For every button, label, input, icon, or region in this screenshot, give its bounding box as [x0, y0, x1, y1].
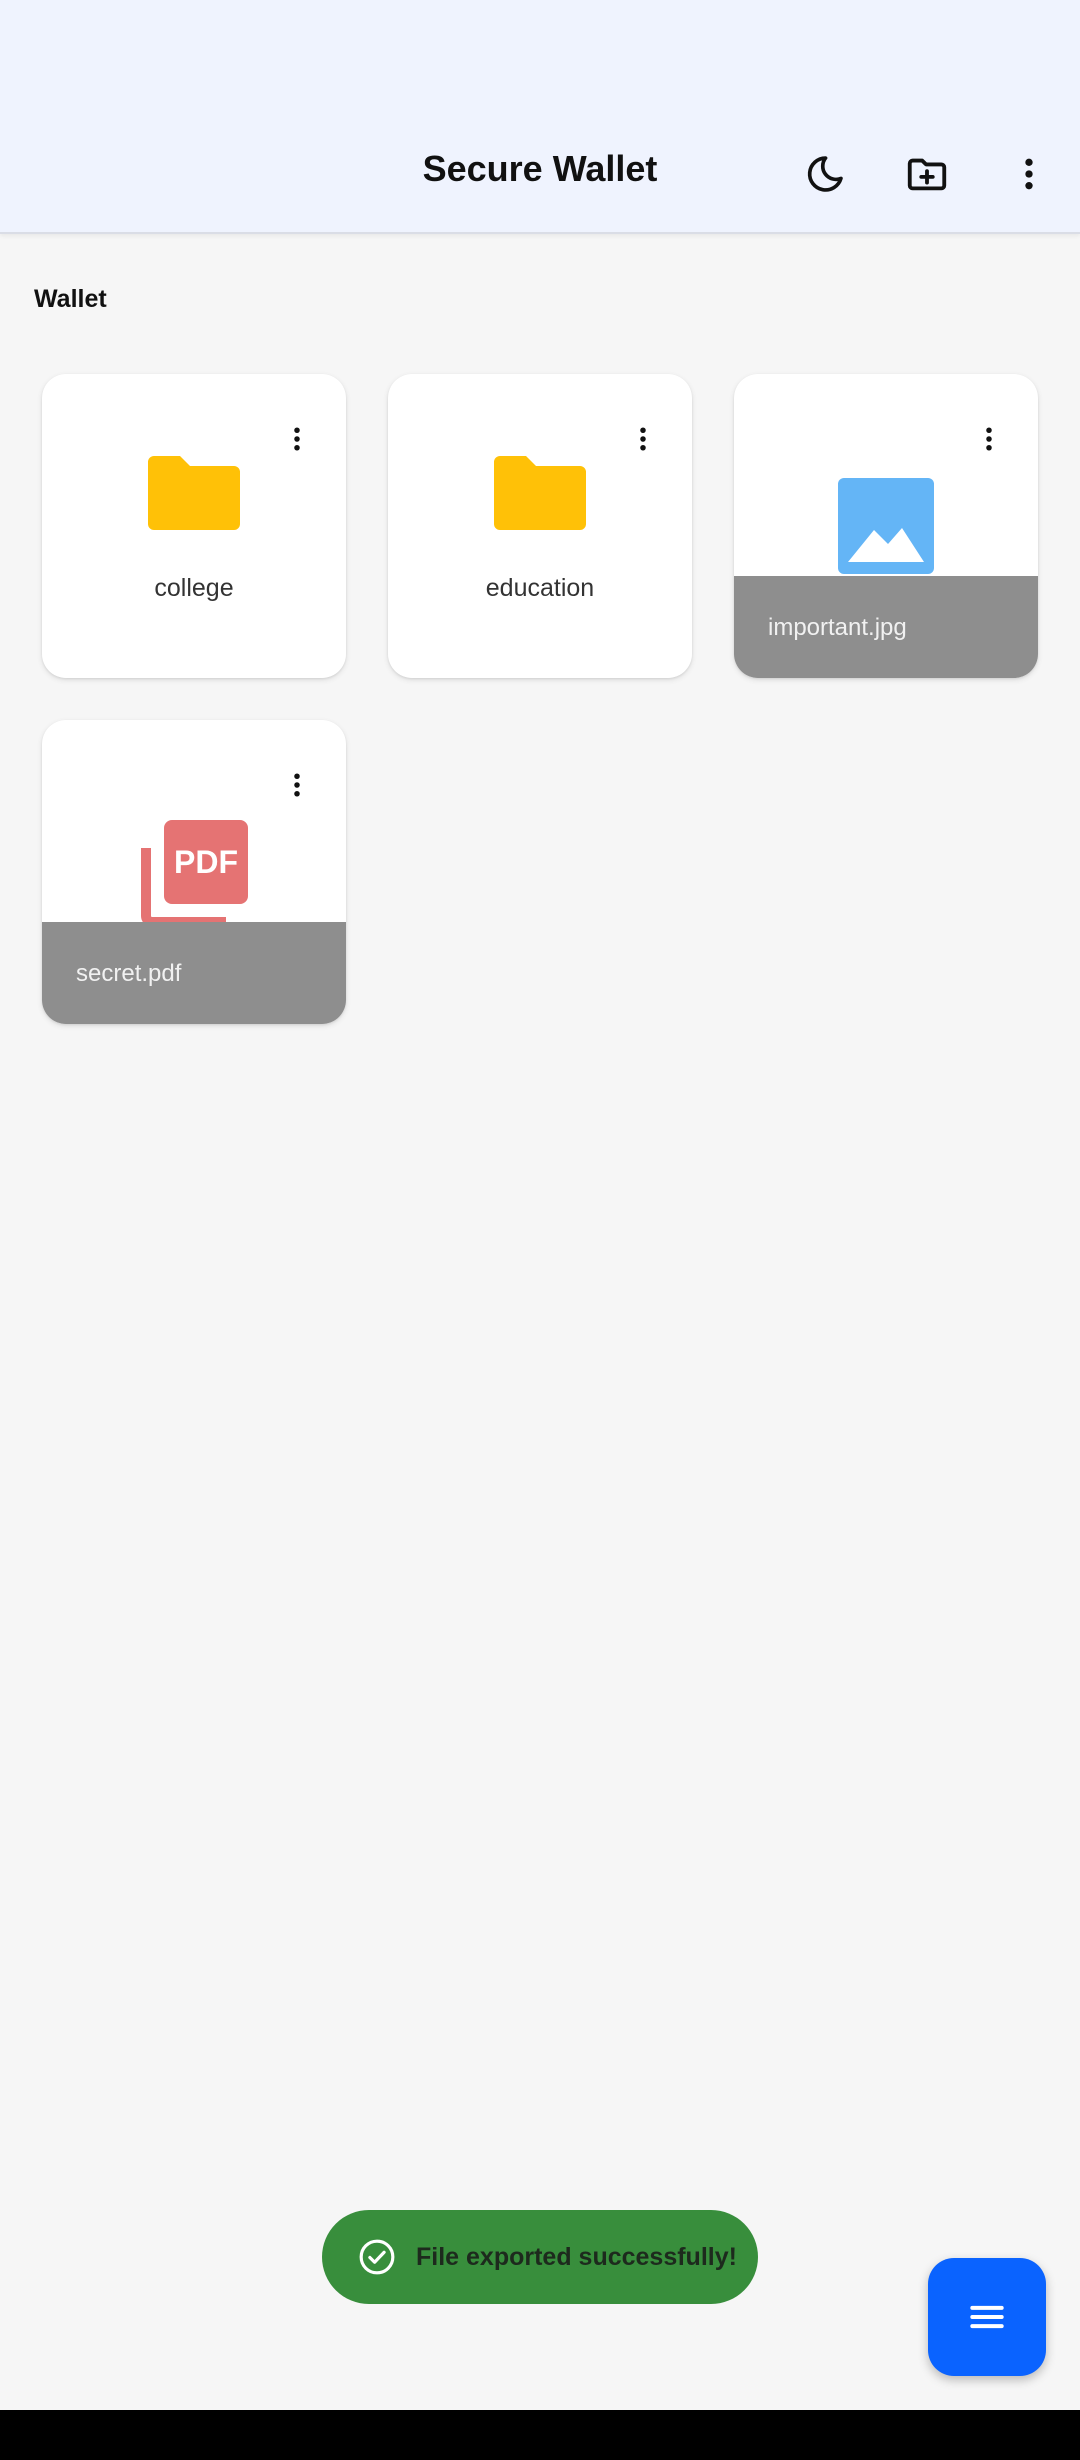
svg-text:PDF: PDF — [174, 844, 238, 880]
app-bar: Secure Wallet — [0, 0, 1080, 234]
file-card-secret-pdf[interactable]: PDF secret.pdf — [42, 720, 346, 1024]
item-name: education — [485, 574, 595, 602]
item-menu-button[interactable] — [974, 414, 1004, 464]
more-vert-icon — [1025, 158, 1033, 190]
folder-card-college[interactable]: college — [42, 374, 346, 678]
item-menu-button[interactable] — [282, 414, 312, 464]
overflow-menu-button[interactable] — [994, 139, 1064, 209]
section-title: Wallet — [34, 285, 107, 313]
folder-card-education[interactable]: education — [388, 374, 692, 678]
item-menu-button[interactable] — [628, 414, 658, 464]
folder-icon — [494, 456, 586, 530]
system-nav-bar — [0, 2410, 1080, 2460]
moon-icon — [807, 156, 843, 192]
new-folder-button[interactable] — [892, 139, 962, 209]
menu-icon — [970, 2305, 1004, 2329]
more-vert-icon — [294, 773, 300, 797]
snackbar-message: File exported successfully! — [416, 2242, 737, 2271]
item-name: college — [154, 574, 234, 602]
item-menu-button[interactable] — [282, 760, 312, 810]
file-name-footer: secret.pdf — [42, 922, 346, 1024]
menu-fab[interactable] — [928, 2258, 1046, 2376]
folder-icon — [148, 456, 240, 530]
item-name: secret.pdf — [76, 960, 182, 987]
image-icon — [838, 478, 934, 574]
snackbar: File exported successfully! — [322, 2210, 758, 2304]
screen: Secure Wallet Wallet college education i… — [0, 0, 1080, 2460]
item-name: important.jpg — [768, 614, 907, 641]
more-vert-icon — [640, 427, 646, 451]
more-vert-icon — [294, 427, 300, 451]
check-circle-icon — [359, 2239, 395, 2275]
more-vert-icon — [986, 427, 992, 451]
file-card-important-jpg[interactable]: important.jpg — [734, 374, 1038, 678]
pdf-icon: PDF — [141, 820, 248, 927]
file-name-footer: important.jpg — [734, 576, 1038, 678]
theme-toggle-button[interactable] — [790, 139, 860, 209]
create-new-folder-icon — [907, 158, 947, 191]
